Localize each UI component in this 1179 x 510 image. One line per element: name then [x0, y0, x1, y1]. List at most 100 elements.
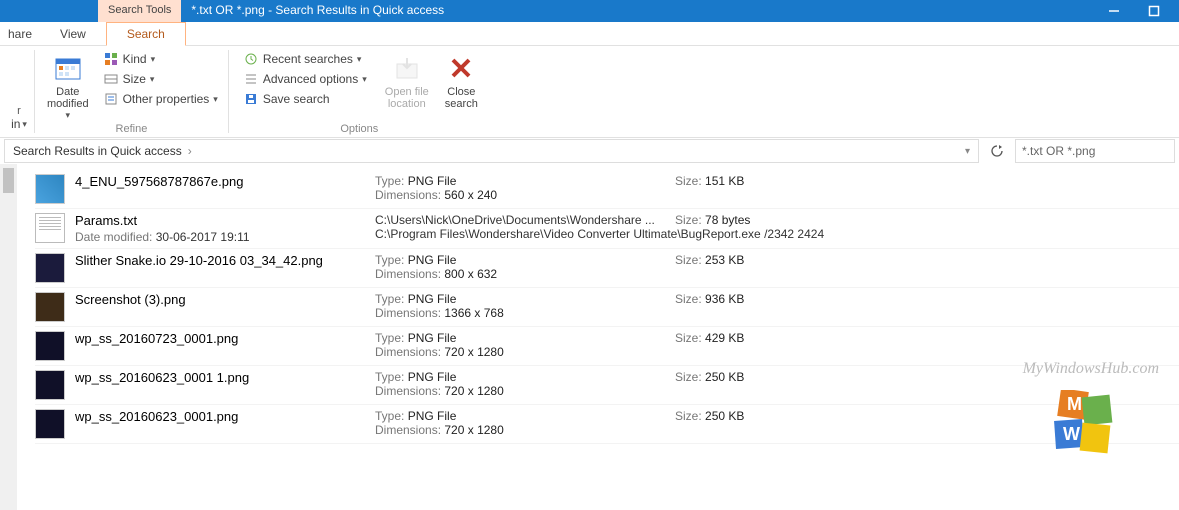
close-icon — [445, 52, 477, 84]
other-properties-button[interactable]: Other properties ▾ — [99, 90, 222, 108]
file-size-column: Size: 936 KB — [675, 292, 875, 322]
result-row[interactable]: Slither Snake.io 29-10-2016 03_34_42.png… — [35, 249, 1179, 288]
save-search-button[interactable]: Save search — [239, 90, 371, 108]
search-input[interactable] — [1022, 144, 1168, 158]
calendar-icon — [52, 52, 84, 84]
file-thumbnail — [35, 253, 65, 283]
file-name-column: Screenshot (3).png — [75, 292, 375, 322]
chevron-down-icon[interactable]: ▾ — [965, 146, 970, 157]
file-meta-column: Type: PNG FileDimensions: 720 x 1280 — [375, 370, 675, 400]
group-location-label — [10, 135, 28, 137]
search-tools-tab[interactable]: Search Tools — [98, 0, 181, 22]
result-row[interactable]: wp_ss_20160623_0001.pngType: PNG FileDim… — [35, 405, 1179, 444]
file-name-column: 4_ENU_597568787867e.png — [75, 174, 375, 204]
file-size-column: Size: 253 KB — [675, 253, 875, 283]
advanced-options-button[interactable]: Advanced options ▾ — [239, 70, 371, 88]
chevron-down-icon: ▾ — [22, 119, 27, 130]
group-options: Recent searches ▾ Advanced options ▾ Sav… — [229, 46, 490, 137]
group-options-label: Options — [235, 123, 484, 137]
chevron-down-icon: ▾ — [213, 94, 218, 105]
file-type: Type: PNG File — [375, 370, 675, 384]
logo-icon: M W — [1049, 390, 1119, 460]
scrollbar[interactable] — [0, 164, 17, 510]
file-type: Type: PNG File — [375, 292, 675, 306]
file-meta-column: Type: PNG FileDimensions: 720 x 1280 — [375, 331, 675, 361]
file-thumbnail — [35, 213, 65, 243]
file-name: 4_ENU_597568787867e.png — [75, 174, 375, 189]
file-size-column: Size: 151 KB — [675, 174, 875, 204]
file-name: Slither Snake.io 29-10-2016 03_34_42.png — [75, 253, 375, 268]
date-modified-button[interactable]: Date modified ▾ — [41, 50, 95, 123]
file-name-column: Params.txtDate modified: 30-06-2017 19:1… — [75, 213, 375, 244]
file-size-column: Size: 429 KB — [675, 331, 875, 361]
file-name-column: wp_ss_20160723_0001.png — [75, 331, 375, 361]
breadcrumb[interactable]: Search Results in Quick access — [13, 144, 182, 158]
file-size-column: Size: 250 KB — [675, 370, 875, 400]
group-location: r in ▾ — [4, 46, 34, 137]
svg-text:W: W — [1063, 424, 1080, 444]
result-row[interactable]: wp_ss_20160723_0001.pngType: PNG FileDim… — [35, 327, 1179, 366]
file-dimensions: Dimensions: 1366 x 768 — [375, 306, 675, 320]
advanced-options-label: Advanced options — [263, 72, 358, 86]
file-thumbnail — [35, 409, 65, 439]
file-size-column: Size: 250 KB — [675, 409, 875, 439]
file-meta-column: Type: PNG FileDimensions: 1366 x 768 — [375, 292, 675, 322]
file-type: Type: PNG File — [375, 174, 675, 188]
search-in-label[interactable]: in — [11, 117, 20, 131]
file-name-column: Slither Snake.io 29-10-2016 03_34_42.png — [75, 253, 375, 283]
spacer — [1174, 0, 1179, 22]
properties-icon — [103, 91, 119, 107]
date-modified-label: Date modified — [47, 86, 89, 110]
save-icon — [243, 91, 259, 107]
close-search-button[interactable]: Close search — [439, 50, 484, 112]
other-properties-label: Other properties — [123, 92, 210, 106]
svg-text:M: M — [1067, 394, 1082, 414]
scrollbar-thumb[interactable] — [3, 168, 14, 193]
group-refine-label: Refine — [41, 123, 222, 137]
file-type: Type: PNG File — [375, 253, 675, 267]
file-dimensions: Dimensions: 560 x 240 — [375, 188, 675, 202]
minimize-button[interactable] — [1094, 0, 1134, 22]
address-bar[interactable]: Search Results in Quick access › ▾ — [4, 139, 979, 163]
size-icon — [103, 71, 119, 87]
file-name: wp_ss_20160623_0001 1.png — [75, 370, 375, 385]
file-name: Screenshot (3).png — [75, 292, 375, 307]
folder-arrow-icon — [391, 52, 423, 84]
result-row[interactable]: Screenshot (3).pngType: PNG FileDimensio… — [35, 288, 1179, 327]
kind-button[interactable]: Kind ▾ — [99, 50, 222, 68]
file-name-column: wp_ss_20160623_0001 1.png — [75, 370, 375, 400]
ribbon: r in ▾ Date modified ▾ Kind ▾ — [0, 46, 1179, 138]
open-file-location-label: Open file location — [385, 86, 429, 110]
file-thumbnail — [35, 174, 65, 204]
file-type: Type: PNG File — [375, 409, 675, 423]
tab-view[interactable]: View — [40, 23, 106, 45]
list-icon — [243, 71, 259, 87]
group-refine: Date modified ▾ Kind ▾ Size ▾ Other prop… — [35, 46, 228, 137]
refresh-button[interactable] — [985, 139, 1009, 163]
file-meta-column: Type: PNG FileDimensions: 560 x 240 — [375, 174, 675, 204]
result-row[interactable]: 4_ENU_597568787867e.pngType: PNG FileDim… — [35, 170, 1179, 209]
file-thumbnail — [35, 370, 65, 400]
chevron-down-icon: ▾ — [357, 54, 362, 65]
file-dimensions: Dimensions: 800 x 632 — [375, 267, 675, 281]
file-dimensions: Dimensions: 720 x 1280 — [375, 384, 675, 398]
titlebar: Search Tools *.txt OR *.png - Search Res… — [0, 0, 1179, 22]
recent-searches-button[interactable]: Recent searches ▾ — [239, 50, 371, 68]
result-row[interactable]: Params.txtDate modified: 30-06-2017 19:1… — [35, 209, 1179, 249]
close-search-label: Close search — [445, 86, 478, 110]
file-date-modified: Date modified: 30-06-2017 19:11 — [75, 230, 375, 244]
kind-icon — [103, 51, 119, 67]
address-row: Search Results in Quick access › ▾ — [0, 138, 1179, 164]
file-dimensions: Dimensions: 720 x 1280 — [375, 423, 675, 437]
result-row[interactable]: wp_ss_20160623_0001 1.pngType: PNG FileD… — [35, 366, 1179, 405]
size-button[interactable]: Size ▾ — [99, 70, 222, 88]
recent-searches-label: Recent searches — [263, 52, 353, 66]
search-box[interactable] — [1015, 139, 1175, 163]
file-size-column: Size: 78 bytes — [675, 213, 875, 244]
chevron-right-icon[interactable]: › — [188, 144, 192, 158]
tab-search[interactable]: Search — [106, 22, 186, 46]
file-name: wp_ss_20160623_0001.png — [75, 409, 375, 424]
file-thumbnail — [35, 292, 65, 322]
tab-share[interactable]: hare — [0, 23, 40, 45]
maximize-button[interactable] — [1134, 0, 1174, 22]
